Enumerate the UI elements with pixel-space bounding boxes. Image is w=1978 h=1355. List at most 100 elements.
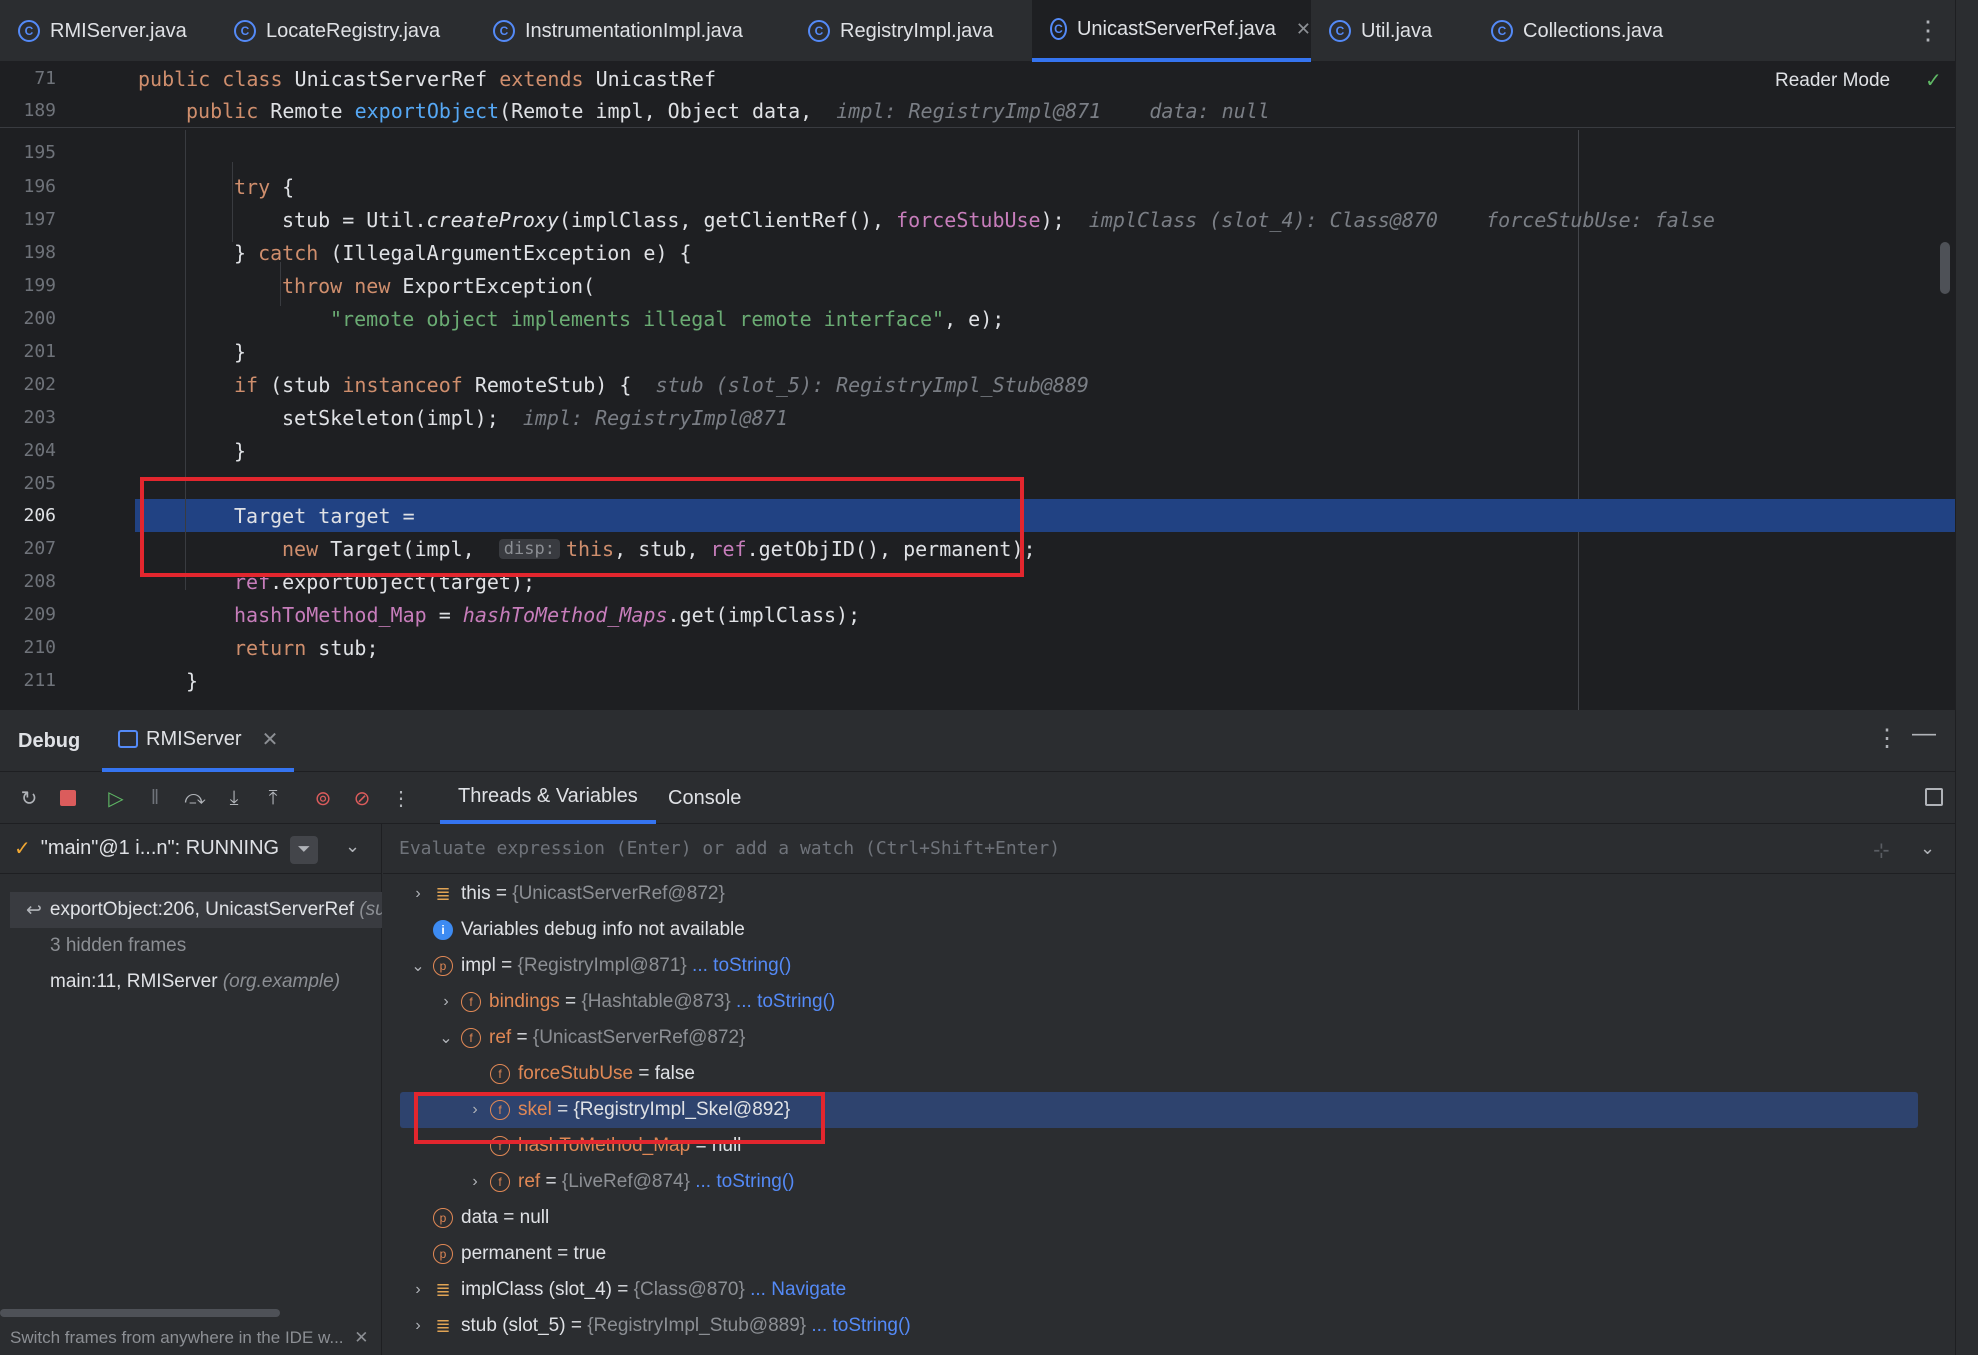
more-tabs-icon[interactable]: ⋮ <box>1915 14 1941 46</box>
collapse-arrow-icon[interactable]: ⌄ <box>409 956 427 976</box>
variable-row[interactable]: ⌄ f ref = {UnicastServerRef@872} <box>383 1020 1955 1056</box>
variable-row[interactable]: › ≣ implClass (slot_4) = {Class@870} ...… <box>383 1272 1955 1308</box>
more-actions-icon[interactable]: ⋮ <box>388 785 414 811</box>
code-line-209[interactable]: hashToMethod_Map = hashToMethod_Maps .get… <box>234 598 860 631</box>
tab-instrumentationimpl[interactable]: C InstrumentationImpl.java <box>475 0 781 62</box>
line-number: 189 <box>23 100 56 121</box>
java-class-icon: C <box>234 20 256 42</box>
debug-tool-window: Debug RMIServer ✕ ⋮ — ↻ ▷ ‖ ⤼ ⤓ ⤒ ⊚ ⊘ ⋮ … <box>0 710 1955 1355</box>
frames-scrollbar[interactable] <box>0 1309 280 1317</box>
add-watch-icon[interactable]: ⊹ <box>1873 838 1890 863</box>
tab-rmiserver[interactable]: C RMIServer.java <box>0 0 216 62</box>
evaluate-expression-input[interactable]: Evaluate expression (Enter) or add a wat… <box>383 824 1955 874</box>
expand-arrow-icon[interactable]: › <box>409 1317 427 1335</box>
code-line-203[interactable]: setSkeleton(impl); impl: RegistryImpl@87… <box>282 401 788 434</box>
layout-settings-icon[interactable] <box>1925 788 1943 806</box>
tostring-link[interactable]: ... toString() <box>811 1315 910 1336</box>
line-number: 200 <box>23 308 56 329</box>
code-editor[interactable]: 71 public class UnicastServerRef extends… <box>0 62 1955 710</box>
code-line-211[interactable]: } <box>186 664 198 697</box>
code-line-202[interactable]: if (stub instanceof RemoteStub) { stub (… <box>234 368 1089 401</box>
stack-var-icon: ≣ <box>435 1279 451 1300</box>
code-line-199[interactable]: throw new ExportException( <box>282 269 595 302</box>
thread-status-icon: ✓ <box>14 838 31 860</box>
inspection-ok-icon[interactable]: ✓ <box>1925 68 1942 93</box>
stack-frame[interactable]: main:11, RMIServer (org.example) <box>10 964 382 1000</box>
hint-tip: Switch frames from anywhere in the IDE w… <box>10 1328 369 1347</box>
filter-icon[interactable]: ⏷ <box>290 836 318 864</box>
return-arrow-icon: ↩ <box>26 899 42 921</box>
expand-arrow-icon[interactable]: › <box>437 993 455 1011</box>
code-line-204[interactable]: } <box>234 434 246 467</box>
code-line-196[interactable]: try { <box>234 170 294 203</box>
code-line-200[interactable]: "remote object implements illegal remote… <box>330 302 1004 335</box>
tab-unicastserverref[interactable]: C UnicastServerRef.java ✕ <box>1032 0 1311 62</box>
expand-arrow-icon[interactable]: › <box>466 1173 484 1191</box>
tab-locateregistry[interactable]: C LocateRegistry.java <box>216 0 475 62</box>
minimize-icon[interactable]: — <box>1912 720 1936 748</box>
step-out-icon[interactable]: ⤒ <box>260 785 286 811</box>
variable-row[interactable]: › f bindings = {Hashtable@873} ... toStr… <box>383 984 1955 1020</box>
code-line-198[interactable]: } catch (IllegalArgumentException e) { <box>234 236 692 269</box>
field-icon: f <box>461 1028 481 1048</box>
reader-mode-button[interactable]: Reader Mode <box>1775 70 1890 92</box>
mute-breakpoints-icon[interactable]: ⊘ <box>349 785 375 811</box>
navigate-link[interactable]: ... Navigate <box>750 1279 846 1300</box>
variable-row[interactable]: p data = null <box>383 1200 1955 1236</box>
sticky-method-declaration[interactable]: public Remote exportObject (Remote impl, … <box>186 94 1270 127</box>
step-into-icon[interactable]: ⤓ <box>221 785 247 811</box>
code-line-201[interactable]: } <box>234 335 246 368</box>
debug-header: Debug RMIServer ✕ ⋮ — <box>0 710 1955 772</box>
tostring-link[interactable]: ... toString() <box>695 1171 794 1192</box>
variable-row[interactable]: › ≣ this = {UnicastServerRef@872} <box>383 876 1955 912</box>
line-number: 71 <box>34 68 56 89</box>
close-session-icon[interactable]: ✕ <box>262 727 279 752</box>
expand-arrow-icon[interactable]: › <box>409 1281 427 1299</box>
more-options-icon[interactable]: ⋮ <box>1875 724 1899 753</box>
debug-session-tab[interactable]: RMIServer ✕ <box>102 710 295 772</box>
tostring-link[interactable]: ... toString() <box>692 955 791 976</box>
step-over-icon[interactable]: ⤼ <box>182 785 208 811</box>
thread-selector[interactable]: ✓ "main"@1 i...n": RUNNING <box>0 824 382 874</box>
tab-util[interactable]: C Util.java <box>1311 0 1473 62</box>
debug-toolbar: ↻ ▷ ‖ ⤼ ⤓ ⤒ ⊚ ⊘ ⋮ <box>0 772 1955 824</box>
tab-threads-variables[interactable]: Threads & Variables <box>440 772 656 824</box>
pause-icon[interactable]: ‖ <box>142 785 168 811</box>
close-tab-icon[interactable]: ✕ <box>1296 19 1311 40</box>
inline-debug-hint: stub (slot_5): RegistryImpl_Stub@889 <box>655 372 1089 397</box>
line-number: 199 <box>23 275 56 296</box>
line-number: 195 <box>23 142 56 163</box>
variable-row[interactable]: p permanent = true <box>383 1236 1955 1272</box>
line-number: 205 <box>23 473 56 494</box>
chevron-down-icon[interactable]: ⌄ <box>345 836 360 857</box>
close-tip-icon[interactable]: ✕ <box>354 1328 368 1347</box>
collapse-arrow-icon[interactable]: ⌄ <box>437 1028 455 1048</box>
tab-registryimpl[interactable]: C RegistryImpl.java <box>790 0 1032 62</box>
tab-collections[interactable]: C Collections.java <box>1473 0 1703 62</box>
sticky-class-declaration[interactable]: public class UnicastServerRef extends Un… <box>138 62 716 95</box>
chevron-down-icon[interactable]: ⌄ <box>1920 838 1935 859</box>
rerun-icon[interactable]: ↻ <box>16 785 42 811</box>
hidden-frames-toggle[interactable]: 3 hidden frames <box>10 928 382 964</box>
view-breakpoints-icon[interactable]: ⊚ <box>310 785 336 811</box>
line-number: 201 <box>23 341 56 362</box>
code-line-210[interactable]: return stub; <box>234 631 379 664</box>
variable-row[interactable]: f forceStubUse = false <box>383 1056 1955 1092</box>
parameter-icon: p <box>433 1208 453 1228</box>
line-number: 202 <box>23 374 56 395</box>
variable-row[interactable]: › ≣ stub (slot_5) = {RegistryImpl_Stub@8… <box>383 1308 1955 1344</box>
expand-arrow-icon[interactable]: › <box>409 885 427 903</box>
tostring-link[interactable]: ... toString() <box>736 991 835 1012</box>
code-line-197[interactable]: stub = Util. createProxy (implClass, getCl… <box>282 203 1715 236</box>
stack-frame-current[interactable]: ↩ exportObject:206, UnicastServerRef (su <box>10 892 382 928</box>
java-class-icon: C <box>1050 18 1067 40</box>
editor-scrollbar[interactable] <box>1940 242 1950 294</box>
line-number: 204 <box>23 440 56 461</box>
inline-debug-hint: impl: RegistryImpl@871 data: null <box>836 98 1270 123</box>
variable-row[interactable]: ⌄ p impl = {RegistryImpl@871} ... toStri… <box>383 948 1955 984</box>
resume-icon[interactable]: ▷ <box>103 785 129 811</box>
variable-row[interactable]: › f ref = {LiveRef@874} ... toString() <box>383 1164 1955 1200</box>
stop-icon[interactable] <box>55 785 81 811</box>
tab-console[interactable]: Console <box>650 772 759 824</box>
annotation-highlight-box <box>140 477 1024 577</box>
